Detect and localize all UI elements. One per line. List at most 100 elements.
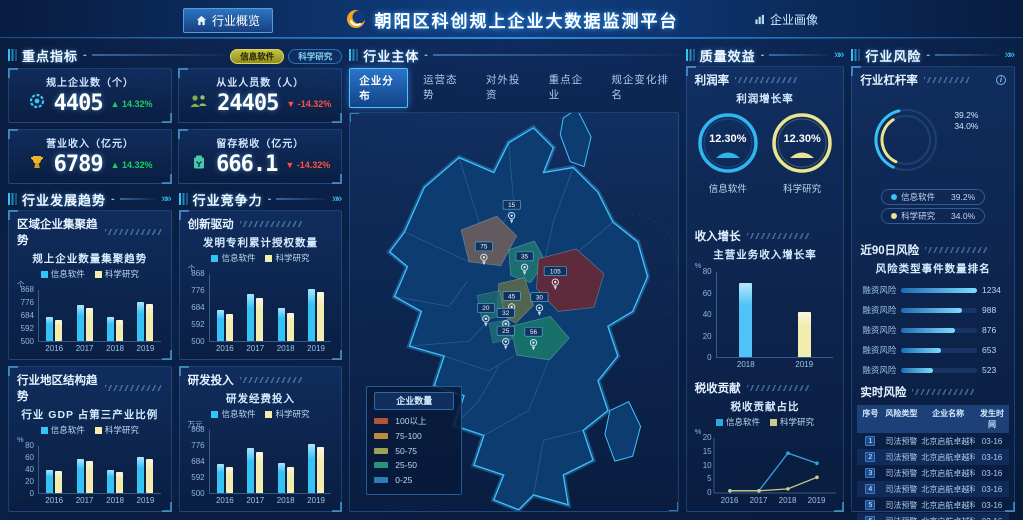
x-axis-label: 2019 xyxy=(307,344,325,353)
chart-legend: 信息软件科学研究 xyxy=(9,268,171,280)
expand-arrows-icon[interactable]: »» xyxy=(1005,49,1015,61)
profit-gauges: 12.30%信息软件 12.30%科学研究 xyxy=(687,106,844,195)
map-legend-item: 50-75 xyxy=(374,446,454,456)
tax-section: 税收贡献 税收贡献占比信息软件科学研究%05101520201620172018… xyxy=(687,375,844,511)
expand-arrows-icon[interactable]: »» xyxy=(161,193,171,205)
risk-rank-row[interactable]: 融资风险 1234 xyxy=(862,284,1006,296)
section-dash: - xyxy=(761,49,765,61)
legend-item: 科学研究 xyxy=(265,408,309,420)
bar[interactable] xyxy=(107,470,114,493)
filter-tag[interactable]: 信息软件 xyxy=(230,49,284,64)
bar[interactable] xyxy=(247,448,254,493)
chart-title: 规上企业数量集聚趋势 xyxy=(9,251,171,266)
section-line xyxy=(276,198,327,200)
bar[interactable] xyxy=(107,317,114,341)
risk-rank-row[interactable]: 融资风险 653 xyxy=(862,344,1006,356)
bar[interactable] xyxy=(226,467,233,493)
info-icon[interactable]: i xyxy=(996,75,1006,85)
bar[interactable] xyxy=(278,308,285,341)
section-dash: - xyxy=(83,49,87,61)
nav-enterprise-portrait[interactable]: 企业画像 xyxy=(742,8,830,31)
bar[interactable] xyxy=(77,305,84,341)
bar[interactable] xyxy=(77,459,84,493)
svg-text:30: 30 xyxy=(536,294,544,301)
bar-group: 2016 xyxy=(217,430,233,493)
filter-tag[interactable]: 科学研究 xyxy=(288,49,342,64)
bar[interactable] xyxy=(55,320,62,341)
expand-arrows-icon[interactable]: »» xyxy=(834,49,844,61)
bar-group: 2019 xyxy=(798,272,811,357)
risk-rank-row[interactable]: 融资风险 523 xyxy=(862,364,1006,376)
bar[interactable] xyxy=(247,294,254,341)
stat-body: 4405▲ 14.32% xyxy=(9,91,171,116)
bar[interactable] xyxy=(287,313,294,341)
tab-4[interactable]: 重点企业 xyxy=(540,68,597,108)
stat-card[interactable]: 规上企业数（个）4405▲ 14.32% xyxy=(8,68,172,123)
bar[interactable] xyxy=(146,304,153,341)
people-icon xyxy=(189,93,209,114)
chart-title: 发明专利累计授权数量 xyxy=(180,235,342,250)
table-row[interactable]: 4司法预警北京启航卓越科技有限公司03-16 xyxy=(857,481,1009,497)
bar[interactable] xyxy=(308,289,315,341)
stat-card[interactable]: 从业人员数（人）24405▼ -14.32% xyxy=(178,68,342,123)
nav-right-label: 企业画像 xyxy=(770,11,818,28)
bar[interactable] xyxy=(217,464,224,493)
hatch-decoration xyxy=(747,233,811,239)
y-axis-tick: 684 xyxy=(13,311,34,320)
bar[interactable] xyxy=(798,312,811,357)
table-row[interactable]: 1司法预警北京启航卓越科技有限公司03-16 xyxy=(857,433,1009,449)
y-axis-tick: 60 xyxy=(13,453,34,462)
bar[interactable] xyxy=(55,471,62,493)
bar[interactable] xyxy=(256,298,263,341)
table-row[interactable]: 5司法预警北京启航卓越科技有限公司03-16 xyxy=(857,497,1009,513)
bar[interactable] xyxy=(116,472,123,493)
chart-plot: %0204060802016201720182019 xyxy=(13,438,165,507)
bar[interactable] xyxy=(86,308,93,341)
card-title: 收入增长 xyxy=(695,228,741,244)
stat-card[interactable]: 营业收入（亿元）6789▲ 14.32% xyxy=(8,129,172,184)
section-line xyxy=(935,54,1000,56)
bar[interactable] xyxy=(739,283,752,357)
bar[interactable] xyxy=(217,310,224,341)
bar[interactable] xyxy=(308,444,315,493)
svg-text:45: 45 xyxy=(508,293,516,300)
svg-text:20: 20 xyxy=(483,305,491,312)
table-row[interactable]: 2司法预警北京启航卓越科技有限公司03-16 xyxy=(857,449,1009,465)
stat-card[interactable]: 留存税收（亿元）666.1▼ -14.32% xyxy=(178,129,342,184)
bar[interactable] xyxy=(317,447,324,493)
y-axis-tick: 776 xyxy=(184,286,205,295)
bar[interactable] xyxy=(256,452,263,493)
tab-3[interactable]: 对外投资 xyxy=(477,68,534,108)
expand-arrows-icon[interactable]: »» xyxy=(332,193,342,205)
risk-rank-row[interactable]: 融资风险 876 xyxy=(862,324,1006,336)
bar[interactable] xyxy=(137,457,144,493)
map-legend-item: 100以上 xyxy=(374,415,454,427)
y-axis-tick: 80 xyxy=(13,441,34,450)
bar[interactable] xyxy=(146,459,153,493)
hatch-decoration xyxy=(747,385,811,391)
bar[interactable] xyxy=(116,320,123,341)
bar[interactable] xyxy=(86,461,93,493)
nav-industry-overview[interactable]: 行业概览 xyxy=(183,8,273,33)
bar[interactable] xyxy=(317,292,324,341)
hatch-decoration xyxy=(240,377,304,383)
x-axis-label: 2016 xyxy=(45,344,63,353)
risk-rank-row[interactable]: 融资风险 988 xyxy=(862,304,1006,316)
risk-card: 行业杠杆率 i 39.2%34.0% 信息软件39.2%科学研究34.0% 近9… xyxy=(851,66,1015,512)
stat-body: 6789▲ 14.32% xyxy=(9,152,171,177)
bar[interactable] xyxy=(287,467,294,493)
plot-area: 2016201720182019 xyxy=(209,430,332,494)
bar[interactable] xyxy=(278,463,285,493)
table-row[interactable]: 3司法预警北京启航卓越科技有限公司03-16 xyxy=(857,465,1009,481)
bar[interactable] xyxy=(137,302,144,341)
card-title: 行业杠杆率 xyxy=(860,72,918,88)
tab-5[interactable]: 规企变化排名 xyxy=(602,68,678,108)
table-row[interactable]: 6司法预警北京启航卓越科技有限公司03-16 xyxy=(857,513,1009,520)
leverage-values: 39.2%34.0% xyxy=(954,110,978,132)
tab-2[interactable]: 运营态势 xyxy=(414,68,471,108)
bar[interactable] xyxy=(226,314,233,341)
tab-1[interactable]: 企业分布 xyxy=(349,68,408,108)
bar[interactable] xyxy=(46,470,53,493)
bar[interactable] xyxy=(46,317,53,341)
risk-rank-chart: 风险类型事件数量排名融资风险 1234融资风险 988融资风险 876融资风险 … xyxy=(852,260,1014,376)
